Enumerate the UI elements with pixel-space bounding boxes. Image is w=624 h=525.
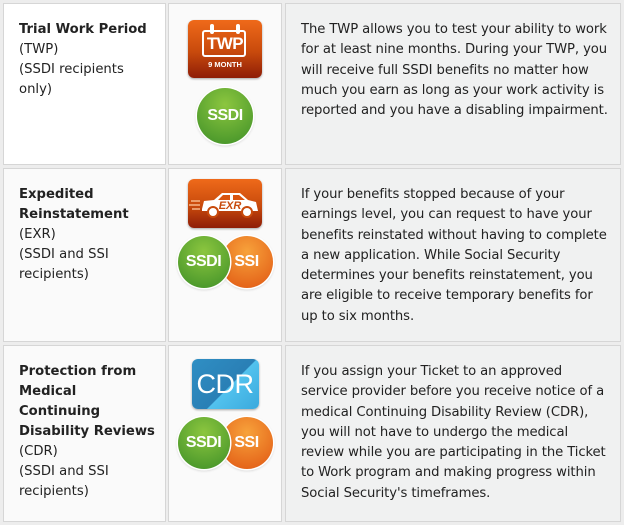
row-eligibility: (SSDI and SSI recipients) [19,247,109,282]
row-label-exr: Expedited Reinstatement (EXR) (SSDI and … [3,168,166,342]
badge-pair: SSDI SSI [177,417,273,469]
twp-calendar-icon: TWP 9 MONTH [188,20,262,78]
ssdi-badge-icon: SSDI [177,417,230,469]
row-icons-twp: TWP 9 MONTH SSDI [168,3,282,165]
row-description-twp: The TWP allows you to test your ability … [285,3,621,165]
row-abbreviation: (EXR) [19,227,56,242]
twp-icon-label: TWP [206,34,244,53]
row-label-twp: Trial Work Period (TWP) (SSDI recipients… [3,3,166,165]
row-title: Expedited Reinstatement [19,187,129,222]
ssdi-badge-icon: SSDI [177,236,230,288]
exr-car-icon: EXR [188,179,262,228]
ssdi-badge-icon: SSDI [197,88,253,144]
row-icons-cdr: CDR SSDI SSI [168,345,282,522]
row-label-cdr: Protection from Medical Continuing Disab… [3,345,166,522]
row-description-exr: If your benefits stopped because of your… [285,168,621,342]
exr-icon-label: EXR [219,200,242,212]
work-incentives-table: Trial Work Period (TWP) (SSDI recipients… [0,0,624,525]
cdr-icon: CDR [191,359,259,409]
row-description-cdr: If you assign your Ticket to an approved… [285,345,621,522]
row-title: Trial Work Period [19,22,147,37]
row-icons-exr: EXR SSDI SSI [168,168,282,342]
row-eligibility: (SSDI recipients only) [19,62,124,97]
row-abbreviation: (TWP) [19,42,59,57]
row-title: Protection from Medical Continuing Disab… [19,364,155,439]
twp-icon-sublabel: 9 MONTH [208,60,242,69]
row-abbreviation: (CDR) [19,444,58,459]
badge-pair: SSDI SSI [177,236,273,288]
row-eligibility: (SSDI and SSI recipients) [19,464,109,499]
